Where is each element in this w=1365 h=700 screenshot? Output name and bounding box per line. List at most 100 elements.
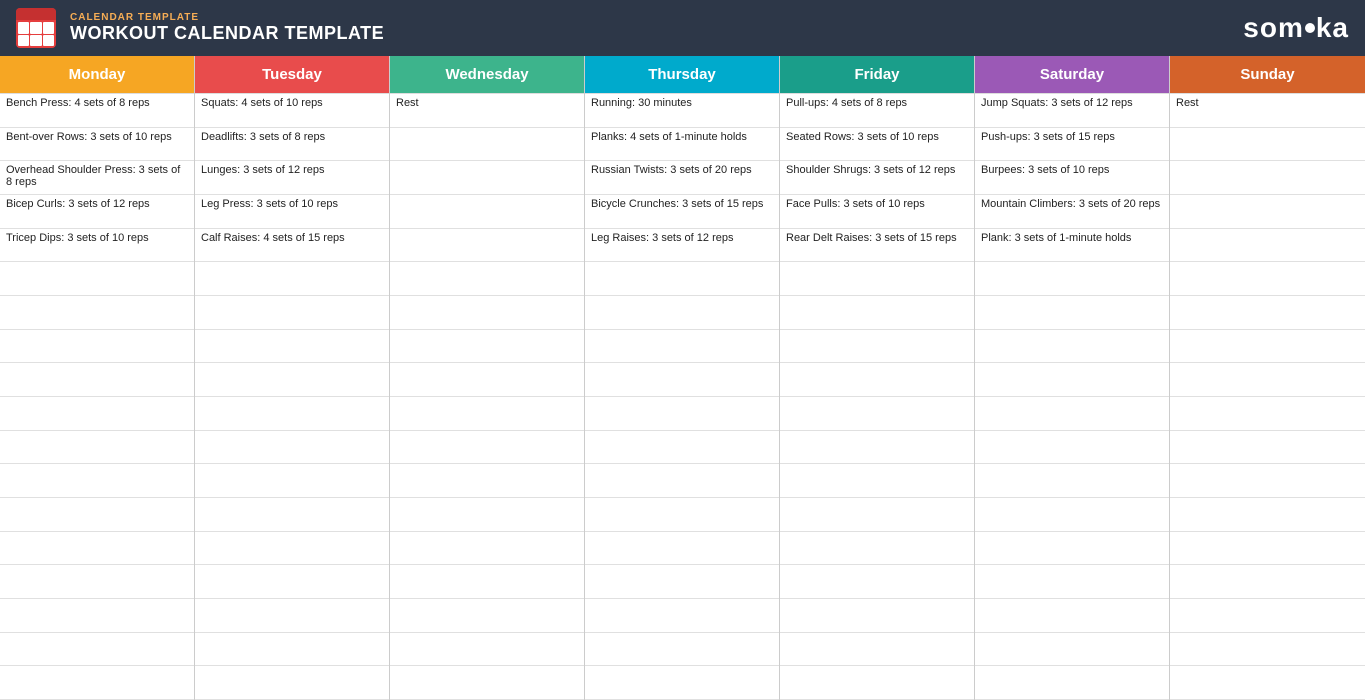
day-cell [1170,229,1365,263]
day-cell [195,431,389,465]
header-subtitle: CALENDAR TEMPLATE [70,12,384,23]
day-cell [0,498,194,532]
day-header-monday: Monday [0,56,194,93]
day-cell [975,464,1169,498]
day-cell [780,599,974,633]
day-cell: Shoulder Shrugs: 3 sets of 12 reps [780,161,974,195]
day-column-wednesday: WednesdayRest [390,56,585,700]
day-cell [0,464,194,498]
day-cell [975,431,1169,465]
day-cell [780,464,974,498]
day-header-sunday: Sunday [1170,56,1365,93]
day-cell [390,532,584,566]
day-body-friday: Pull-ups: 4 sets of 8 repsSeated Rows: 3… [780,93,974,700]
day-column-monday: MondayBench Press: 4 sets of 8 repsBent-… [0,56,195,700]
day-cell [585,599,779,633]
day-cell [585,431,779,465]
day-cell [390,330,584,364]
day-cell [585,633,779,667]
day-cell [1170,296,1365,330]
day-cell [390,229,584,263]
day-cell [780,565,974,599]
day-cell [390,565,584,599]
day-cell [585,296,779,330]
day-cell: Rest [1170,94,1365,128]
day-cell [0,666,194,700]
day-cell [1170,330,1365,364]
day-cell [585,397,779,431]
day-cell [585,464,779,498]
day-cell [780,431,974,465]
day-cell: Deadlifts: 3 sets of 8 reps [195,128,389,162]
day-cell [1170,195,1365,229]
day-cell [390,633,584,667]
day-cell: Plank: 3 sets of 1-minute holds [975,229,1169,263]
day-header-saturday: Saturday [975,56,1169,93]
day-cell [585,330,779,364]
day-column-saturday: SaturdayJump Squats: 3 sets of 12 repsPu… [975,56,1170,700]
day-cell: Russian Twists: 3 sets of 20 reps [585,161,779,195]
header: CALENDAR TEMPLATE WORKOUT CALENDAR TEMPL… [0,0,1365,56]
day-cell [975,330,1169,364]
logo: somka [1243,12,1349,44]
day-cell [195,532,389,566]
day-cell [0,565,194,599]
day-cell [195,633,389,667]
calendar-grid: MondayBench Press: 4 sets of 8 repsBent-… [0,56,1365,700]
day-cell [195,599,389,633]
day-cell [975,397,1169,431]
day-cell [975,666,1169,700]
day-cell [585,363,779,397]
day-cell [195,498,389,532]
day-cell [975,296,1169,330]
day-cell [390,195,584,229]
day-cell: Rear Delt Raises: 3 sets of 15 reps [780,229,974,263]
day-cell [390,296,584,330]
day-cell [390,599,584,633]
day-cell [975,363,1169,397]
day-cell: Seated Rows: 3 sets of 10 reps [780,128,974,162]
day-cell [780,666,974,700]
day-cell: Face Pulls: 3 sets of 10 reps [780,195,974,229]
day-cell [1170,498,1365,532]
day-cell [390,161,584,195]
day-cell: Bicep Curls: 3 sets of 12 reps [0,195,194,229]
day-cell [780,633,974,667]
day-cell: Squats: 4 sets of 10 reps [195,94,389,128]
day-cell [780,498,974,532]
day-cell [585,565,779,599]
day-column-friday: FridayPull-ups: 4 sets of 8 repsSeated R… [780,56,975,700]
day-cell [975,633,1169,667]
day-cell: Pull-ups: 4 sets of 8 reps [780,94,974,128]
day-cell [0,633,194,667]
day-cell: Calf Raises: 4 sets of 15 reps [195,229,389,263]
day-cell [780,397,974,431]
day-cell [780,532,974,566]
day-cell: Bent-over Rows: 3 sets of 10 reps [0,128,194,162]
day-cell [390,128,584,162]
day-cell [975,498,1169,532]
day-cell [195,296,389,330]
day-cell [0,296,194,330]
day-cell [975,599,1169,633]
day-cell [390,666,584,700]
day-cell [1170,363,1365,397]
day-cell: Running: 30 minutes [585,94,779,128]
day-cell [585,498,779,532]
day-cell: Leg Press: 3 sets of 10 reps [195,195,389,229]
day-cell [1170,666,1365,700]
day-cell [195,330,389,364]
day-cell [1170,161,1365,195]
day-cell [0,397,194,431]
day-cell: Burpees: 3 sets of 10 reps [975,161,1169,195]
day-cell [1170,532,1365,566]
day-cell [1170,599,1365,633]
day-cell: Lunges: 3 sets of 12 reps [195,161,389,195]
day-body-saturday: Jump Squats: 3 sets of 12 repsPush-ups: … [975,93,1169,700]
day-cell [585,262,779,296]
day-body-tuesday: Squats: 4 sets of 10 repsDeadlifts: 3 se… [195,93,389,700]
day-cell [780,330,974,364]
day-column-sunday: SundayRest [1170,56,1365,700]
day-cell [195,363,389,397]
day-cell [780,363,974,397]
